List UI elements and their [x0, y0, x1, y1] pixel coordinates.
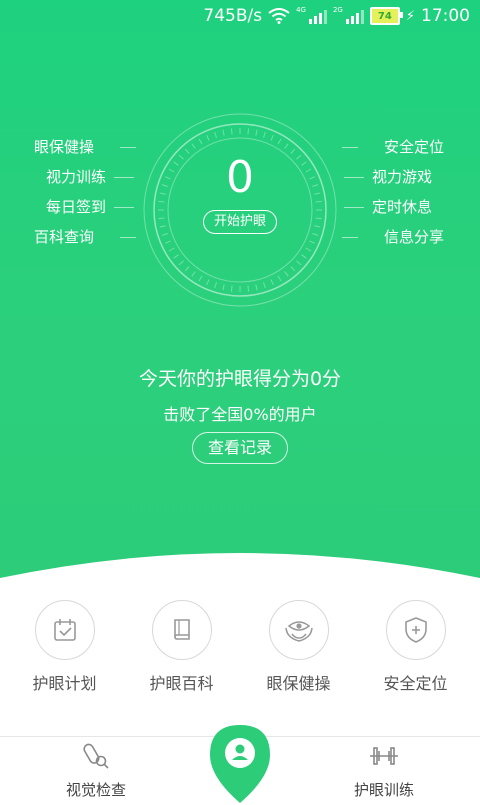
shield-plus-icon — [404, 617, 427, 643]
dial-tick — [198, 138, 203, 145]
dial-tick — [290, 148, 296, 154]
tool-safe-location[interactable]: 安全定位 — [361, 600, 471, 694]
view-records-button[interactable]: 查看记录 — [192, 432, 288, 464]
book-icon — [173, 619, 190, 640]
dial-tick — [290, 266, 296, 272]
dial-tick — [173, 254, 179, 259]
tab-vision-test[interactable]: 视觉检查 — [36, 737, 156, 800]
dial-tick — [301, 254, 307, 259]
dial-tick — [255, 129, 258, 136]
network-type-1: 4G — [296, 6, 306, 14]
vision-test-icon — [83, 743, 109, 769]
dial-tick — [206, 134, 210, 141]
dial-tick — [178, 260, 184, 266]
calendar-check-icon — [53, 619, 76, 641]
dial-tick — [159, 225, 166, 228]
dial-tick — [214, 131, 217, 138]
dial-tick — [305, 247, 312, 252]
tool-eye-exercise[interactable]: 眼保健操 — [244, 600, 354, 694]
dial-tick — [312, 233, 319, 236]
bottom-nav: 视觉检查 护眼训练 — [0, 725, 480, 803]
menu-encyclopedia[interactable]: 百科查询 — [34, 222, 137, 252]
dial-tick — [191, 143, 196, 149]
dial-tick — [198, 275, 203, 282]
network-speed: 745B/s — [203, 6, 263, 26]
dial-tick — [277, 275, 282, 282]
signal-2-icon — [345, 8, 364, 24]
dial-tick — [270, 134, 274, 141]
tab-eye-training[interactable]: 护眼训练 — [324, 737, 444, 800]
charging-icon: ⚡ — [405, 8, 415, 24]
dial-tick — [270, 279, 274, 286]
tool-grid: 护眼计划 护眼百科 眼保健操 安全定位 — [0, 600, 480, 694]
dial-tick — [263, 282, 266, 289]
status-bar: 745B/s 4G 2G 74 ⚡ 17:00 — [0, 0, 480, 32]
dial-tick — [263, 131, 266, 138]
menu-info-share[interactable]: 信息分享 — [341, 222, 444, 252]
dial-tick — [314, 225, 321, 228]
dial-tick — [309, 240, 316, 244]
dial-tick — [206, 279, 210, 286]
dial-tick — [255, 284, 258, 291]
dial-tick — [191, 271, 196, 277]
user-pin-icon[interactable] — [206, 723, 274, 805]
clock: 17:00 — [421, 6, 470, 26]
dial-tick — [277, 138, 282, 145]
network-type-2: 2G — [332, 6, 343, 14]
dial-tick — [164, 240, 171, 244]
dial-tick — [158, 217, 165, 220]
dial-tick — [214, 282, 217, 289]
dial-tick — [284, 271, 289, 277]
hands-eye-icon — [284, 621, 313, 642]
tool-label: 护眼百科 — [149, 674, 214, 693]
eye-score: 0 — [226, 152, 254, 203]
dial-tick — [230, 285, 233, 292]
wifi-icon — [268, 8, 290, 24]
tab-label: 视觉检查 — [65, 781, 126, 799]
tool-label: 安全定位 — [383, 674, 448, 693]
dial-tick — [168, 247, 175, 252]
dial-tick — [161, 233, 168, 236]
dial-tick — [184, 266, 190, 272]
battery-level: 74 — [377, 10, 392, 22]
dial-tick — [184, 148, 190, 154]
dial-tick — [222, 284, 225, 291]
tool-eye-plan[interactable]: 护眼计划 — [10, 600, 120, 694]
tool-eye-encyclopedia[interactable]: 护眼百科 — [127, 600, 237, 694]
dial-tick — [296, 260, 302, 266]
dial-tick — [222, 129, 225, 136]
today-score-text: 今天你的护眼得分为0分 — [138, 368, 342, 390]
dumbbell-icon — [370, 747, 398, 765]
rank-text: 击败了全国0%的用户 — [163, 405, 317, 424]
dial-tick — [284, 143, 289, 149]
tab-label: 护眼训练 — [353, 781, 414, 799]
start-eye-care-button[interactable]: 开始护眼 — [203, 210, 277, 234]
dial-tick — [247, 285, 250, 292]
dial-tick — [230, 128, 233, 135]
tool-label: 眼保健操 — [266, 674, 331, 693]
signal-1-icon — [308, 8, 327, 24]
dial-tick — [247, 128, 250, 135]
tool-label: 护眼计划 — [32, 674, 97, 693]
dial-tick — [315, 217, 322, 220]
battery-icon: 74 — [369, 7, 403, 25]
